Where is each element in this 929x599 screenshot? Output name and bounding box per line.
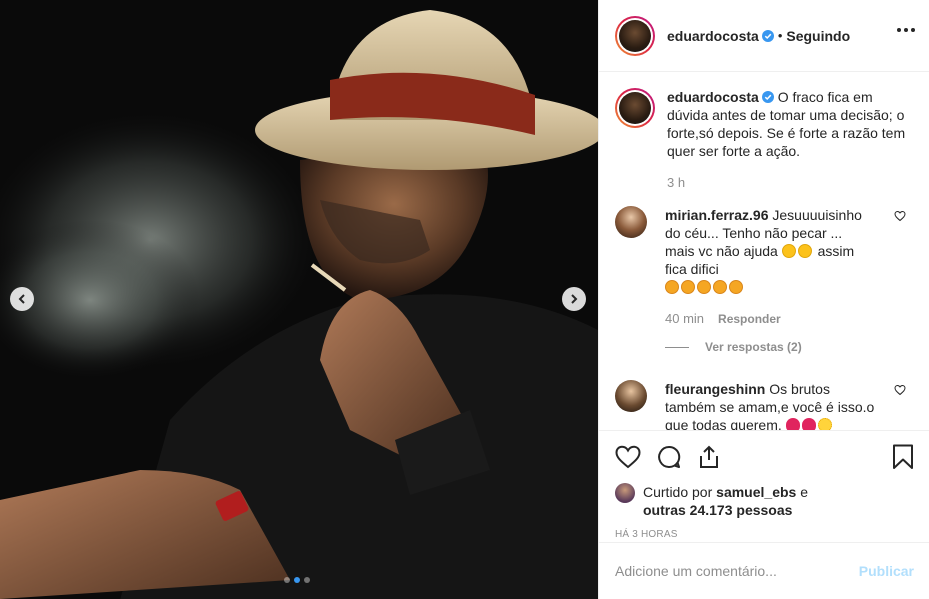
like-comment-heart-icon[interactable] <box>894 210 906 222</box>
more-options-icon[interactable] <box>897 28 915 32</box>
commenter-username[interactable]: fleurangeshinn <box>665 381 765 397</box>
verified-badge-icon <box>761 29 774 42</box>
like-heart-icon[interactable] <box>615 445 641 469</box>
posted-time[interactable]: HÁ 3 HORAS <box>615 529 914 540</box>
author-avatar[interactable] <box>615 15 655 56</box>
author-username[interactable]: eduardocosta <box>667 28 759 44</box>
post-side-panel: eduardocosta • Seguindo eduardocosta O f… <box>598 0 929 599</box>
commenter-avatar[interactable] <box>615 380 647 412</box>
commenter-username[interactable]: mirian.ferraz.96 <box>665 207 769 223</box>
liker-username[interactable]: samuel_ebs <box>716 484 796 500</box>
comment-input[interactable] <box>615 563 859 579</box>
carousel-dot-active <box>294 577 300 583</box>
replies-divider <box>665 346 689 348</box>
post-header: eduardocosta • Seguindo <box>599 0 929 72</box>
view-replies-button[interactable]: Ver respostas (2) <box>665 340 914 354</box>
carousel-dot <box>304 577 310 583</box>
caption-username[interactable]: eduardocosta <box>667 89 759 105</box>
star-struck-emoji-icon <box>697 280 711 294</box>
share-upload-icon[interactable] <box>697 445 721 469</box>
chevron-left-icon <box>18 294 25 304</box>
caption-avatar[interactable] <box>615 88 655 128</box>
liked-by-summary: Curtido por samuel_ebs e outras 24.173 p… <box>615 483 914 519</box>
star-struck-emoji-icon <box>665 280 679 294</box>
others-likes-count[interactable]: outras 24.173 pessoas <box>643 502 792 518</box>
star-struck-emoji-icon <box>713 280 727 294</box>
verified-badge-icon <box>761 91 774 103</box>
sun-face-emoji-icon <box>817 418 832 430</box>
kiss-lips-emoji-icon <box>801 418 816 430</box>
comment-item: fleurangeshinn Os brutos também se amam,… <box>615 380 914 430</box>
post-image <box>0 0 598 599</box>
carousel-indicator <box>284 577 310 583</box>
reply-button[interactable]: Responder <box>718 310 781 328</box>
next-photo-button[interactable] <box>562 287 586 311</box>
chevron-right-icon <box>571 294 578 304</box>
kiss-lips-emoji-icon <box>785 418 800 430</box>
caption-time[interactable]: 3 h <box>667 174 914 192</box>
separator-bullet: • <box>777 28 783 43</box>
carousel-dot <box>284 577 290 583</box>
liker-avatar[interactable] <box>615 483 635 503</box>
comment-item: mirian.ferraz.96 Jesuuuuisinho do céu...… <box>615 206 914 328</box>
like-comment-heart-icon[interactable] <box>894 384 906 396</box>
rolling-laughing-emoji-icon <box>781 244 796 258</box>
post-photo[interactable] <box>0 0 598 599</box>
previous-photo-button[interactable] <box>10 287 34 311</box>
commenter-avatar[interactable] <box>615 206 647 238</box>
publish-button[interactable]: Publicar <box>859 563 914 579</box>
save-bookmark-icon[interactable] <box>892 444 914 470</box>
liked-by-prefix: Curtido por <box>643 484 713 500</box>
view-replies-label: Ver respostas (2) <box>705 340 802 354</box>
following-button[interactable]: Seguindo <box>786 28 850 44</box>
add-comment-bar: Publicar <box>599 542 929 599</box>
comment-time[interactable]: 40 min <box>665 310 704 328</box>
star-struck-emoji-icon <box>681 280 695 294</box>
comment-bubble-icon[interactable] <box>657 445 681 469</box>
joy-emoji-icon <box>797 244 812 258</box>
comments-list[interactable]: eduardocosta O fraco fica em dúvida ante… <box>599 72 929 430</box>
liked-by-conjunction: e <box>800 484 809 500</box>
post-caption: eduardocosta O fraco fica em dúvida ante… <box>615 88 914 192</box>
post-actions: Curtido por samuel_ebs e outras 24.173 p… <box>599 430 929 540</box>
star-struck-emoji-icon <box>729 280 743 294</box>
